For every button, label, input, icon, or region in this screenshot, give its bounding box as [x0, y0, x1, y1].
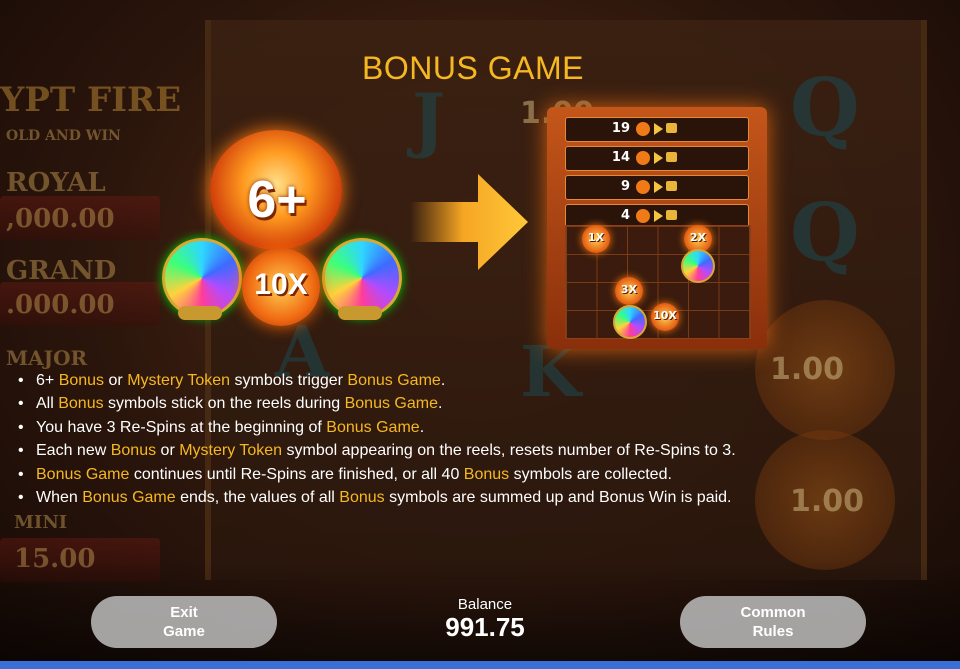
page-title: BONUS GAME: [362, 50, 584, 86]
rule-text: symbols trigger: [230, 372, 348, 389]
preview-token: 10X: [651, 303, 679, 331]
rule-highlight-text: Bonus Game: [326, 418, 420, 436]
unlock-row-count: 19: [611, 121, 630, 136]
rule-item: Bonus Game continues until Re-Spins are …: [17, 463, 917, 487]
arrow-small-icon: [654, 152, 663, 164]
fire-token-icon: [636, 122, 650, 136]
rule-item: When Bonus Game ends, the values of all …: [17, 486, 917, 510]
unlock-row: 14: [565, 146, 749, 171]
gem-wing-icon: [178, 306, 222, 320]
fire-token-icon: [636, 180, 650, 194]
preview-token-label: 10X: [653, 309, 677, 322]
rule-text: continues until Re-Spins are finished, o…: [129, 465, 464, 483]
jackpot-royal-name: ROYAL: [6, 168, 106, 198]
rule-text: symbols are collected.: [509, 465, 672, 483]
preview-token: 3X: [615, 277, 643, 305]
rule-highlight-text: Bonus: [339, 489, 385, 507]
game-logo-sub: OLD AND WIN: [6, 128, 121, 144]
rule-highlight-text: Bonus: [463, 465, 510, 483]
rule-text: ends, the values of all: [175, 489, 340, 507]
exit-game-button[interactable]: Exit Game: [91, 596, 277, 648]
rule-text: symbol appearing on the reels, resets nu…: [282, 442, 736, 460]
rule-text: 6+: [36, 372, 59, 389]
lock-icon: [666, 210, 677, 220]
rule-item: You have 3 Re-Spins at the beginning of …: [17, 416, 917, 440]
mystery-token-icon: 10X: [242, 248, 320, 326]
bonus-reel-preview: 19 14 9 4 1X 2X 3X 10X: [547, 107, 767, 349]
rules-list: 6+ Bonus or Mystery Token symbols trigge…: [17, 369, 917, 510]
preview-gem-icon: [681, 249, 715, 283]
rule-text: When: [36, 489, 83, 507]
common-rules-button[interactable]: Common Rules: [680, 596, 866, 648]
rule-highlight-text: Bonus Game: [344, 395, 438, 413]
gem-wing-icon: [338, 306, 382, 320]
preview-token: 1X: [582, 225, 610, 253]
rule-highlight-text: Bonus Game: [347, 372, 441, 389]
rule-text: .: [419, 418, 425, 436]
jackpot-grand-name: GRAND: [6, 256, 117, 286]
jackpot-mini-name: MINI: [14, 512, 68, 533]
common-rules-label-line1: Common: [740, 604, 806, 621]
bg-symbol-j: J: [412, 78, 446, 161]
rule-text: symbols are summed up and Bonus Win is p…: [384, 489, 732, 507]
rule-highlight-text: Mystery Token: [179, 442, 283, 460]
rule-highlight-text: Bonus Game: [82, 489, 176, 507]
rule-text: symbols stick on the reels during: [103, 395, 345, 413]
rule-item: 6+ Bonus or Mystery Token symbols trigge…: [17, 369, 917, 393]
common-rules-label-line2: Rules: [752, 623, 794, 640]
bottom-accent-bar: [0, 661, 960, 669]
arrow-small-icon: [654, 210, 663, 222]
unlock-row-count: 4: [620, 208, 630, 223]
rule-item: All Bonus symbols stick on the reels dur…: [17, 392, 917, 416]
trigger-illustration: 6+ 10X: [162, 130, 402, 340]
unlock-row-count: 9: [620, 179, 630, 194]
preview-unlock-rows: 19 14 9 4: [565, 117, 749, 233]
lock-icon: [666, 181, 677, 191]
jackpot-royal-value: ,000.00: [6, 204, 115, 234]
rule-highlight-text: Bonus: [58, 395, 104, 413]
preview-gem-icon: [613, 305, 647, 339]
rule-text: All: [36, 395, 59, 413]
exit-game-label-line2: Game: [163, 623, 205, 640]
bg-symbol-q2: Q: [790, 185, 860, 279]
game-background: YPT FIRE OLD AND WIN ROYAL ,000.00 GRAND…: [0, 0, 960, 669]
unlock-row-count: 14: [611, 150, 630, 165]
fire-token-icon: [636, 209, 650, 223]
rule-highlight-text: Bonus Game: [36, 465, 130, 483]
unlock-row: 9: [565, 175, 749, 200]
rule-text: .: [438, 395, 443, 413]
lock-icon: [666, 152, 677, 162]
arrow-small-icon: [654, 181, 663, 193]
arrow-right-icon: [410, 174, 528, 270]
rule-highlight-text: Bonus: [58, 372, 105, 389]
preview-token-label: 3X: [620, 283, 638, 296]
exit-game-label-line1: Exit: [170, 604, 198, 621]
trigger-count-label: 6+: [247, 171, 307, 229]
lock-icon: [666, 123, 677, 133]
jackpot-major-name: MAJOR: [6, 346, 88, 370]
rule-highlight-text: Bonus: [110, 442, 157, 460]
preview-token-label: 1X: [587, 231, 605, 244]
balance-display: Balance 991.75: [400, 596, 570, 641]
rule-text: You have 3 Re-Spins at the beginning of: [36, 418, 327, 436]
unlock-row: 19: [565, 117, 749, 142]
arrow-small-icon: [654, 123, 663, 135]
balance-label: Balance: [457, 596, 513, 613]
rule-highlight-text: Mystery Token: [127, 372, 231, 389]
preview-token-label: 2X: [689, 231, 707, 244]
rule-text: or: [156, 442, 180, 460]
rule-text: .: [440, 372, 446, 389]
rule-item: Each new Bonus or Mystery Token symbol a…: [17, 439, 917, 463]
rule-text: or: [104, 372, 128, 389]
rule-text: Each new: [36, 442, 111, 460]
fire-token-icon: [636, 151, 650, 165]
jackpot-grand-value: .000.00: [6, 290, 115, 320]
token-multiplier-label: 10X: [254, 268, 308, 301]
balance-value: 991.75: [445, 612, 525, 642]
